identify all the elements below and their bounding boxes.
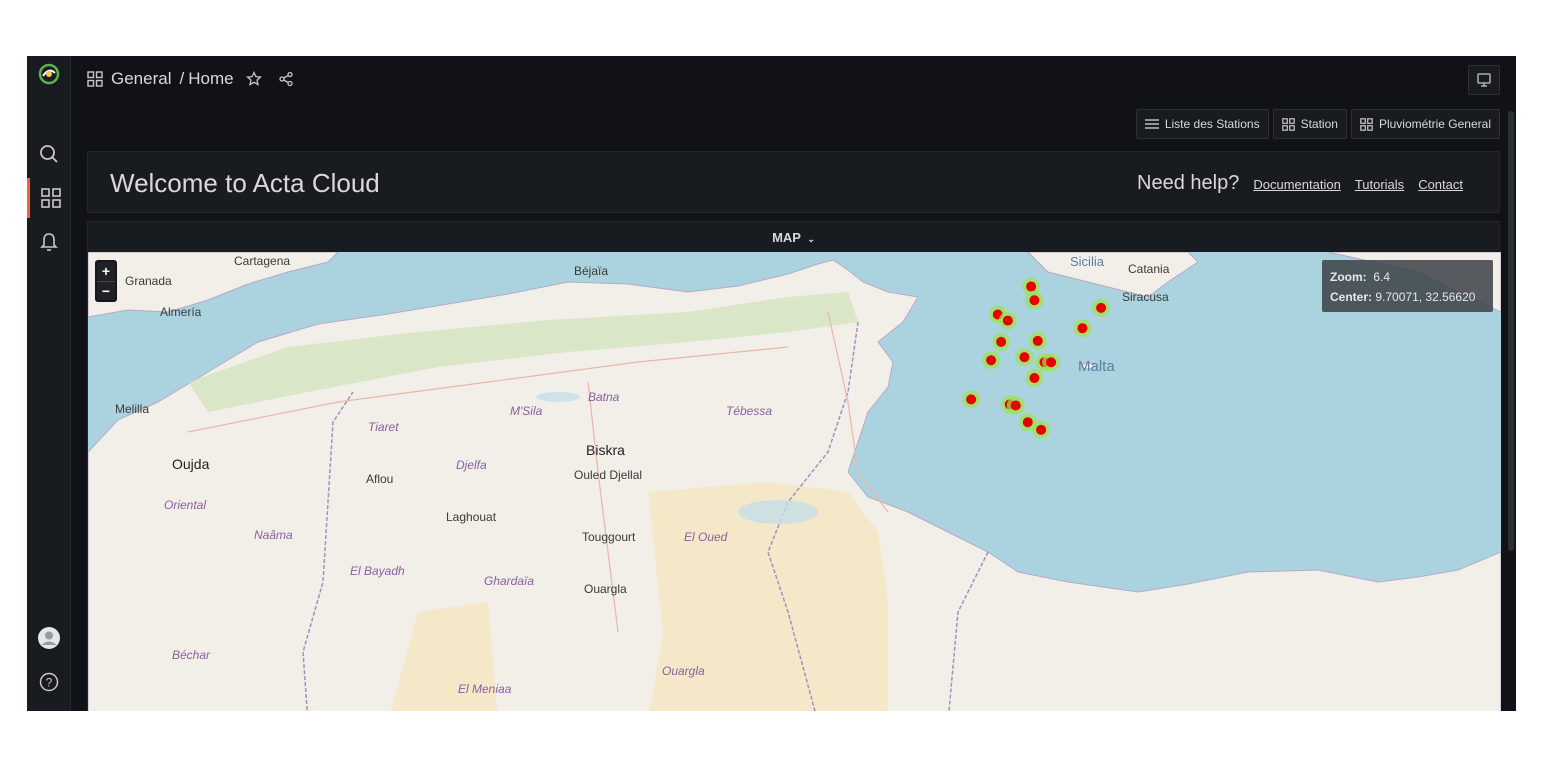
tv-mode-button[interactable] [1468,65,1500,95]
zoom-info-box: Zoom: 6.4 Center: 9.70071, 32.56620 [1322,260,1493,312]
zoom-in-button[interactable]: + [97,262,115,281]
zoom-value: 6.4 [1373,270,1391,284]
link-label: Pluviométrie General [1378,117,1491,131]
share-icon[interactable] [278,71,294,87]
map-label: Granada [125,274,172,288]
zoom-label: Zoom: [1330,270,1367,284]
heat-point [1032,420,1051,439]
heat-point [1042,353,1061,372]
map-view[interactable]: Granada Cartagena Almería Melilla Béjaïa… [88,252,1501,711]
breadcrumb-page[interactable]: Home [188,69,233,89]
heat-point [1028,331,1047,350]
link-pluviometrie-general[interactable]: Pluviométrie General [1350,109,1500,139]
link-station[interactable]: Station [1272,109,1347,139]
heatmap-layer [962,277,1111,439]
need-help-label: Need help? [1137,172,1240,194]
map-label: Tébessa [726,404,773,418]
star-icon[interactable] [245,71,262,87]
monitor-icon [1477,73,1491,87]
zoom-out-button[interactable]: − [97,281,115,300]
apps-icon [1360,117,1373,131]
map-label: Béjaïa [574,264,609,278]
top-navbar: General / Home [71,56,1516,102]
heat-point [982,351,1001,370]
heat-point [992,332,1011,351]
dashboard-grid-icon [87,71,103,87]
map-panel-title[interactable]: MAP ⌄ [88,230,1499,245]
map-label: Oujda [172,456,210,472]
map-label: El Bayadh [350,564,405,578]
map-label: M'Sila [510,404,543,418]
documentation-link[interactable]: Documentation [1253,177,1340,192]
map-label: El Oued [684,530,728,544]
map-label: Ouargla [662,664,705,678]
help-section: Need help? Documentation Tutorials Conta… [1137,172,1463,195]
map-label: Catania [1128,262,1170,276]
map-label: El Meniaa [458,682,512,696]
user-avatar-icon[interactable] [27,618,71,658]
map-label: Djelfa [456,458,487,472]
breadcrumb-separator: / [179,69,185,88]
contact-link[interactable]: Contact [1418,177,1463,192]
map-label: Cartagena [234,254,291,268]
heat-point [998,311,1017,330]
map-label: Aflou [366,472,394,486]
heat-point [962,390,981,409]
app-window: ? General / Home Liste des Stations Stat… [27,56,1516,711]
list-icon [1144,119,1159,129]
welcome-panel: Welcome to Acta Cloud Need help? Documen… [87,151,1500,213]
link-label: Station [1300,117,1338,131]
map-label: Ouled Djellal [574,468,643,482]
map-label: Touggourt [582,530,636,544]
apps-icon [1281,117,1295,131]
svg-text:?: ? [46,676,53,690]
zoom-control: + − [95,260,117,302]
map-label: Tiaret [368,420,399,434]
map-label: Béchar [172,648,211,662]
map-label: Malta [1078,358,1115,375]
heat-point [1015,348,1034,367]
map-label: Oriental [164,498,207,512]
map-title-label: MAP [772,230,801,245]
map-label: Sicilia [1070,254,1104,269]
breadcrumb-folder[interactable]: General [111,69,171,89]
map-label: Laghouat [446,510,497,524]
map-label: Batna [588,390,620,404]
heat-point [1006,396,1025,415]
map-label: Melilla [115,402,150,416]
chevron-down-icon: ⌄ [807,234,815,244]
map-label: Siracusa [1122,290,1169,304]
center-label: Center: [1330,290,1373,304]
heat-point [1073,319,1092,338]
map-panel: MAP ⌄ Granada Cartagena Almería Melilla … [87,221,1501,711]
heat-point [1092,298,1111,317]
alerting-bell-icon[interactable] [27,222,71,262]
search-icon[interactable] [27,134,71,174]
help-icon[interactable]: ? [27,662,71,702]
dashboard-links: Liste des Stations Station Pluviométrie … [1135,109,1500,139]
tutorials-link[interactable]: Tutorials [1355,177,1404,192]
link-label: Liste des Stations [1164,117,1260,131]
page-scrollbar[interactable] [1508,111,1514,551]
heat-point [1025,369,1044,388]
dashboards-icon[interactable] [27,178,71,218]
map-label: Naâma [254,528,293,542]
heat-point [1025,291,1044,310]
link-liste-des-stations[interactable]: Liste des Stations [1135,109,1269,139]
center-value: 9.70071, 32.56620 [1375,290,1476,304]
sidebar: ? [27,56,71,711]
map-label: Ouargla [584,582,627,596]
welcome-title: Welcome to Acta Cloud [110,168,380,198]
map-label: Almería [160,305,202,319]
map-label: Biskra [586,442,625,458]
map-label: Ghardaïa [484,574,535,588]
grafana-logo-icon[interactable] [27,56,71,92]
